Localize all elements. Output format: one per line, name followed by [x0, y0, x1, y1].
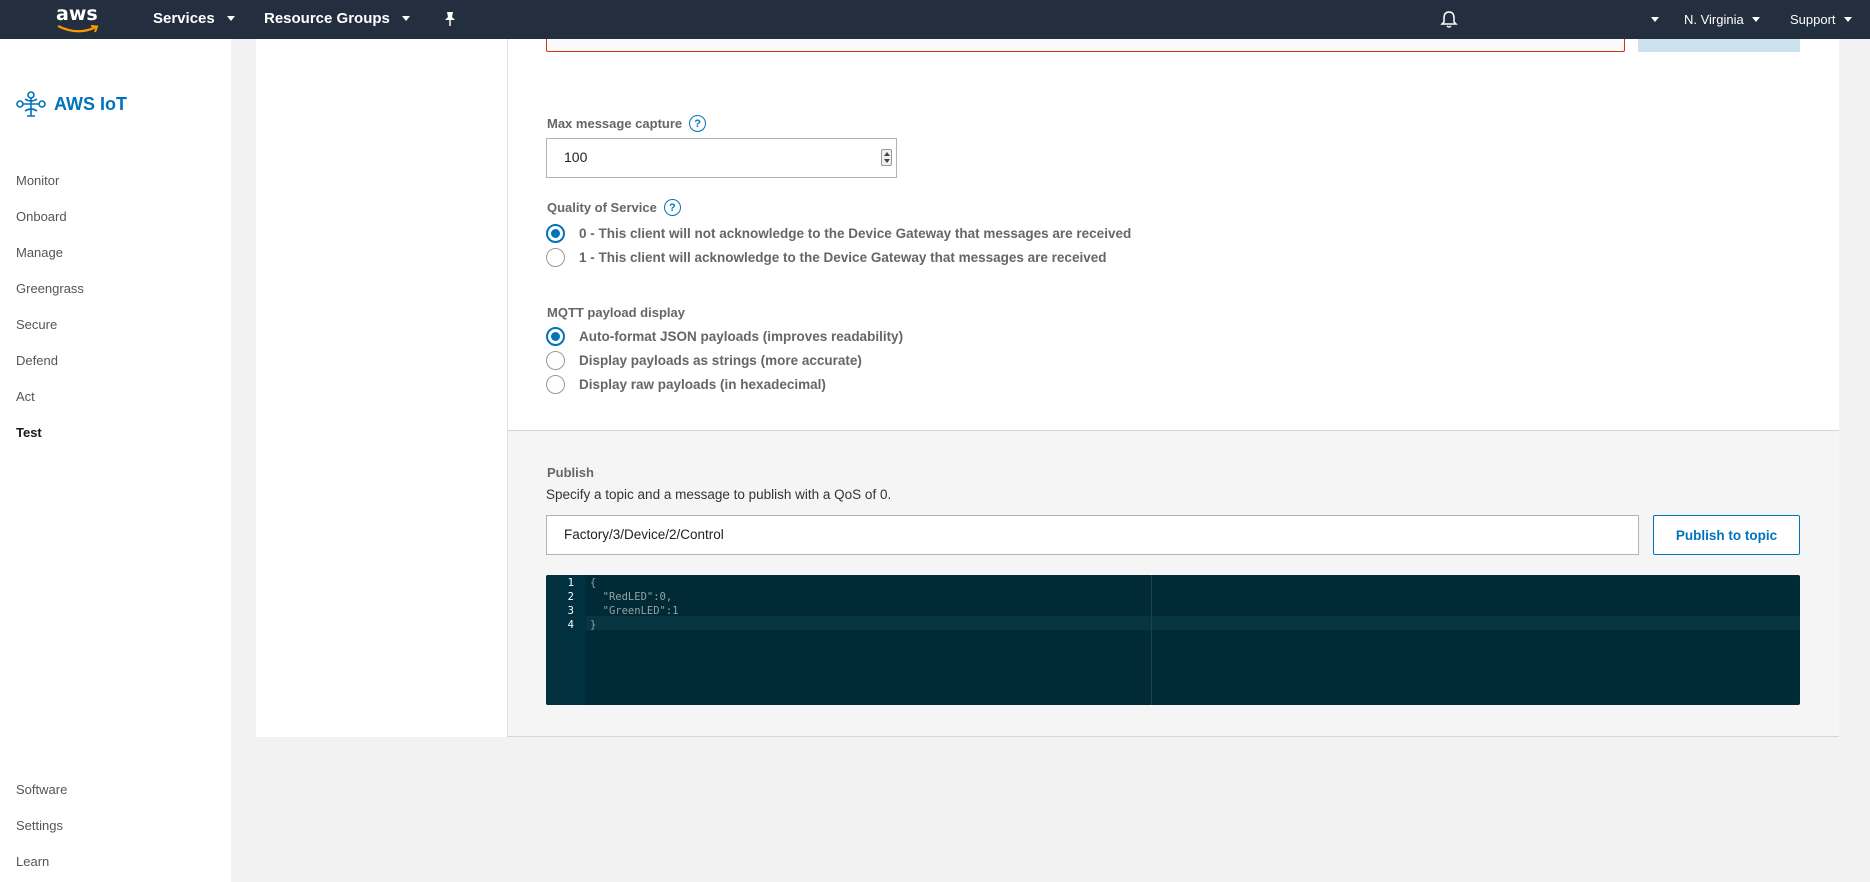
resource-groups-menu[interactable]: Resource Groups — [264, 10, 410, 27]
qos-option-1[interactable]: 1 - This client will acknowledge to the … — [546, 248, 1106, 267]
support-label: Support — [1790, 12, 1836, 27]
publish-title: Publish — [547, 465, 594, 480]
max-capture-input[interactable]: 100 — [546, 138, 897, 178]
sidebar-item-monitor[interactable]: Monitor — [16, 173, 59, 188]
radio-unchecked-icon[interactable] — [546, 351, 565, 370]
radio-unchecked-icon[interactable] — [546, 375, 565, 394]
help-icon[interactable]: ? — [689, 115, 707, 132]
payload-display-title: MQTT payload display — [547, 305, 685, 320]
sidebar-item-settings[interactable]: Settings — [16, 818, 63, 833]
bell-icon[interactable] — [1440, 10, 1458, 34]
payload-option-strings-label: Display payloads as strings (more accura… — [579, 353, 862, 368]
sidebar-item-test[interactable]: Test — [16, 425, 42, 440]
payload-option-hex-label: Display raw payloads (in hexadecimal) — [579, 377, 826, 392]
publish-to-topic-button[interactable]: Publish to topic — [1653, 515, 1800, 555]
chevron-down-icon — [401, 16, 410, 21]
payload-display-label: MQTT payload display — [547, 305, 685, 320]
qos-label-row: Quality of Service ? — [547, 199, 681, 216]
aws-logo[interactable]: aws — [56, 4, 100, 34]
resource-groups-label: Resource Groups — [264, 10, 390, 27]
qos-option-0-label: 0 - This client will not acknowledge to … — [579, 226, 1132, 241]
sidebar-item-secure[interactable]: Secure — [16, 317, 57, 332]
sidebar-item-onboard[interactable]: Onboard — [16, 209, 67, 224]
line-number: 4 — [567, 619, 574, 631]
topic-list-panel — [256, 39, 507, 737]
services-label: Services — [153, 10, 215, 27]
payload-option-json-label: Auto-format JSON payloads (improves read… — [579, 329, 904, 344]
line-number: 3 — [567, 605, 574, 617]
number-spinner-icon[interactable] — [881, 149, 892, 166]
qos-option-1-label: 1 - This client will acknowledge to the … — [579, 250, 1107, 265]
chevron-down-icon — [226, 16, 235, 21]
code-line: { — [590, 577, 597, 589]
payload-option-json[interactable]: Auto-format JSON payloads (improves read… — [546, 327, 903, 346]
publish-topic-input[interactable]: Factory/3/Device/2/Control — [546, 515, 1639, 555]
message-code-editor[interactable]: 1 2 3 4 { "RedLED":0, "GreenLED":1 } — [546, 575, 1800, 705]
radio-checked-icon[interactable] — [546, 327, 565, 346]
left-sidebar: AWS IoT Monitor Onboard Manage Greengras… — [0, 39, 231, 882]
iot-logo-icon — [16, 91, 46, 117]
aws-logo-text: aws — [56, 3, 98, 25]
services-menu[interactable]: Services — [153, 10, 235, 27]
aws-iot-brand[interactable]: AWS IoT — [15, 89, 127, 119]
qos-option-0[interactable]: 0 - This client will not acknowledge to … — [546, 224, 1131, 243]
max-capture-label: Max message capture — [547, 116, 683, 131]
top-navigation-bar: aws Services Resource Groups N. Virginia… — [0, 0, 1870, 39]
editor-print-margin — [1151, 575, 1152, 705]
radio-checked-icon[interactable] — [546, 224, 565, 243]
chevron-down-icon — [1751, 17, 1760, 22]
max-capture-label-row: Max message capture ? — [547, 115, 707, 132]
aws-iot-title: AWS IoT — [54, 93, 127, 114]
help-icon[interactable]: ? — [663, 199, 681, 216]
radio-unchecked-icon[interactable] — [546, 248, 565, 267]
subscribe-button[interactable] — [1638, 39, 1800, 52]
publish-topic-value: Factory/3/Device/2/Control — [564, 527, 724, 542]
qos-label: Quality of Service — [547, 200, 657, 215]
sidebar-item-software[interactable]: Software — [16, 782, 67, 797]
publish-title-row: Publish — [547, 465, 594, 480]
sidebar-item-act[interactable]: Act — [16, 389, 35, 404]
aws-smile-icon — [57, 25, 99, 33]
support-menu[interactable]: Support — [1790, 12, 1852, 27]
code-line: } — [590, 619, 597, 631]
sidebar-item-greengrass[interactable]: Greengrass — [16, 281, 84, 296]
chevron-down-icon — [1843, 17, 1852, 22]
code-line: "RedLED":0, — [590, 591, 673, 603]
region-selector[interactable]: N. Virginia — [1684, 12, 1760, 27]
code-line: "GreenLED":1 — [590, 605, 679, 617]
max-capture-value: 100 — [564, 149, 588, 165]
publish-description: Specify a topic and a message to publish… — [546, 487, 892, 502]
subscription-topic-input[interactable] — [546, 39, 1625, 52]
payload-option-hex[interactable]: Display raw payloads (in hexadecimal) — [546, 375, 826, 394]
line-number: 2 — [567, 591, 574, 603]
region-label: N. Virginia — [1684, 12, 1744, 27]
payload-option-strings[interactable]: Display payloads as strings (more accura… — [546, 351, 862, 370]
sidebar-item-defend[interactable]: Defend — [16, 353, 58, 368]
sidebar-item-learn[interactable]: Learn — [16, 854, 49, 869]
line-number: 1 — [567, 577, 574, 589]
pin-icon[interactable] — [443, 11, 457, 32]
editor-active-line — [586, 616, 1800, 630]
account-dropdown-caret-icon[interactable] — [1651, 17, 1659, 22]
sidebar-item-manage[interactable]: Manage — [16, 245, 63, 260]
